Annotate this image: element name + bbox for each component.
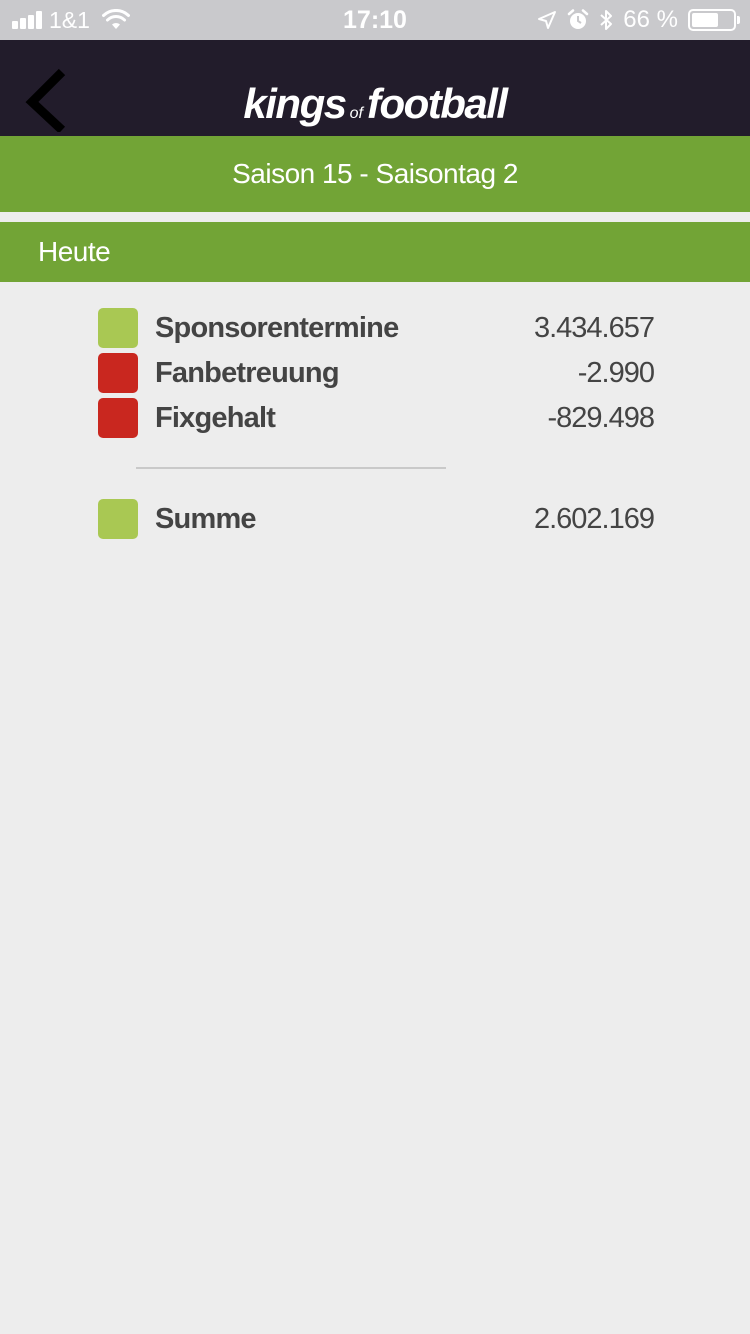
- logo-of: of: [349, 105, 363, 122]
- total-value: 2.602.169: [533, 502, 655, 535]
- color-swatch: [98, 353, 138, 393]
- color-swatch: [98, 499, 138, 539]
- alarm-icon: [568, 9, 589, 29]
- row-label: Fanbetreuung: [155, 356, 340, 389]
- finance-row-fan-care: Fanbetreuung -2.990: [98, 353, 655, 393]
- season-title: Saison 15 - Saisontag 2: [0, 136, 750, 212]
- divider: [136, 467, 446, 469]
- battery-percent: 66 %: [623, 6, 678, 33]
- status-bar: 1&1 17:10 66 %: [0, 0, 750, 40]
- finance-row-sponsoring: Sponsorentermine 3.434.657: [98, 308, 655, 348]
- battery-icon: [688, 9, 740, 31]
- logo-football: football: [366, 80, 508, 127]
- app-header: kings offootball: [0, 40, 750, 136]
- finance-row-fixed-salary: Fixgehalt -829.498: [98, 398, 655, 438]
- color-swatch: [98, 308, 138, 348]
- battery-level: [692, 13, 719, 27]
- app-logo: kings offootball: [0, 80, 750, 128]
- location-icon: [538, 11, 557, 29]
- total-label: Summe: [155, 502, 257, 535]
- finance-row-total: Summe 2.602.169: [98, 499, 655, 539]
- row-label: Sponsorentermine: [155, 311, 399, 344]
- row-value: -2.990: [577, 356, 655, 389]
- logo-kings: kings: [243, 80, 347, 127]
- row-value: 3.434.657: [533, 311, 655, 344]
- row-label: Fixgehalt: [155, 401, 276, 434]
- row-value: -829.498: [547, 401, 655, 434]
- section-header-today: Heute: [0, 222, 750, 282]
- bluetooth-icon: [600, 10, 613, 30]
- status-right: 66 %: [537, 6, 740, 34]
- color-swatch: [98, 398, 138, 438]
